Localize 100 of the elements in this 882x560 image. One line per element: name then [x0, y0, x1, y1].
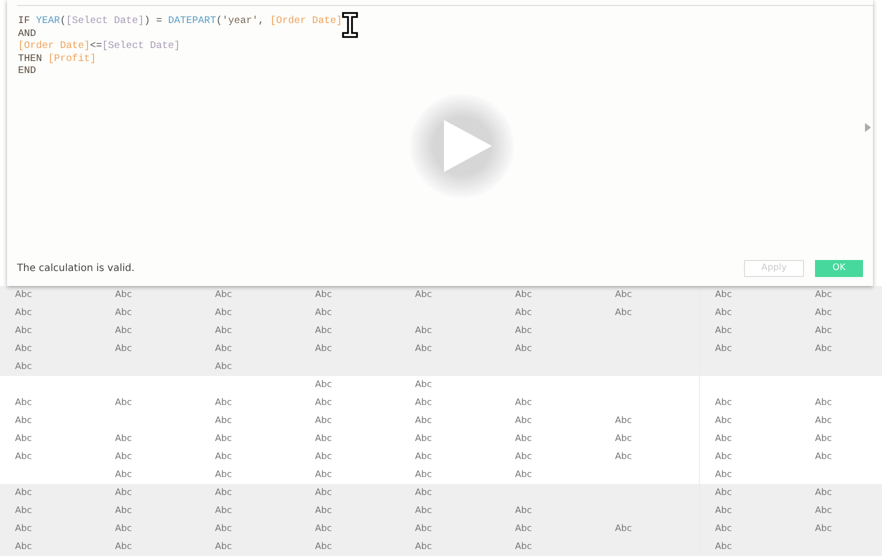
table-cell: Abc — [215, 308, 232, 318]
table-cell: Abc — [315, 452, 332, 462]
table-cell: Abc — [315, 506, 332, 516]
table-cell: Abc — [815, 506, 832, 516]
table-cell: Abc — [415, 416, 432, 426]
table-cell: Abc — [815, 524, 832, 534]
table-cell: Abc — [315, 434, 332, 444]
table-cell: Abc — [215, 524, 232, 534]
table-cell: Abc — [315, 416, 332, 426]
table-cell: Abc — [415, 488, 432, 498]
table-cell: Abc — [215, 344, 232, 354]
table-cell: Abc — [615, 434, 632, 444]
table-cell: Abc — [715, 470, 732, 480]
table-cell: Abc — [415, 326, 432, 336]
table-cell: Abc — [215, 290, 232, 300]
table-cell: Abc — [315, 344, 332, 354]
table-cell: Abc — [415, 524, 432, 534]
table-cell: Abc — [515, 452, 532, 462]
table-cell: Abc — [815, 416, 832, 426]
table-cell: Abc — [15, 308, 32, 318]
table-cell: Abc — [215, 470, 232, 480]
table-cell: Abc — [715, 308, 732, 318]
table-cell: Abc — [415, 290, 432, 300]
table-cell: Abc — [15, 398, 32, 408]
table-cell: Abc — [715, 416, 732, 426]
table-cell: Abc — [215, 452, 232, 462]
table-cell: Abc — [615, 308, 632, 318]
table-cell: Abc — [815, 326, 832, 336]
table-cell: Abc — [15, 434, 32, 444]
table-cell: Abc — [715, 506, 732, 516]
table-cell: Abc — [715, 452, 732, 462]
table-cell: Abc — [115, 452, 132, 462]
table-cell: Abc — [415, 542, 432, 552]
table-cell: Abc — [415, 470, 432, 480]
table-cell: Abc — [615, 416, 632, 426]
table-cell: Abc — [515, 326, 532, 336]
table-cell: Abc — [15, 542, 32, 552]
table-cell: Abc — [815, 290, 832, 300]
table-cell: Abc — [515, 290, 532, 300]
table-cell: Abc — [515, 398, 532, 408]
table-cell: Abc — [215, 362, 232, 372]
table-cell: Abc — [115, 326, 132, 336]
play-icon[interactable] — [410, 94, 514, 198]
table-cell: Abc — [115, 488, 132, 498]
table-cell: Abc — [115, 506, 132, 516]
table-cell: Abc — [515, 524, 532, 534]
table-cell: Abc — [115, 542, 132, 552]
status-message: The calculation is valid. — [17, 262, 135, 274]
table-cell: Abc — [315, 290, 332, 300]
table-cell: Abc — [415, 434, 432, 444]
table-cell: Abc — [15, 524, 32, 534]
table-cell: Abc — [215, 542, 232, 552]
table-cell: Abc — [815, 398, 832, 408]
table-cell: Abc — [215, 416, 232, 426]
table-cell: Abc — [715, 398, 732, 408]
table-cell: Abc — [815, 452, 832, 462]
table-cell: Abc — [215, 506, 232, 516]
table-cell: Abc — [215, 326, 232, 336]
table-cell: Abc — [115, 470, 132, 480]
table-cell: Abc — [815, 488, 832, 498]
table-cell: Abc — [115, 434, 132, 444]
table-cell: Abc — [15, 506, 32, 516]
table-cell: Abc — [315, 380, 332, 390]
formula-editor[interactable]: IF YEAR([Select Date]) = DATEPART('year', [Order Date] AND [Order Date]<=[Select Date] THEN [Profit] END — [7, 6, 873, 250]
text-cursor-icon — [341, 12, 359, 38]
expand-arrow-icon[interactable] — [865, 123, 871, 132]
table-cell: Abc — [115, 308, 132, 318]
table-cell: Abc — [815, 308, 832, 318]
table-cell: Abc — [315, 398, 332, 408]
table-cell: Abc — [515, 470, 532, 480]
table-cell: Abc — [715, 524, 732, 534]
table-cell: Abc — [215, 434, 232, 444]
table-cell: Abc — [215, 398, 232, 408]
table-cell: Abc — [415, 398, 432, 408]
table-cell: Abc — [415, 506, 432, 516]
table-cell: Abc — [315, 308, 332, 318]
table-cell: Abc — [715, 488, 732, 498]
table-cell: Abc — [415, 380, 432, 390]
table-cell: Abc — [515, 416, 532, 426]
table-cell: Abc — [815, 434, 832, 444]
table-cell: Abc — [715, 326, 732, 336]
table-cell: Abc — [715, 344, 732, 354]
table-cell: Abc — [715, 290, 732, 300]
table-cell: Abc — [315, 542, 332, 552]
table-cell: Abc — [415, 344, 432, 354]
table-cell: Abc — [115, 344, 132, 354]
ok-button[interactable]: OK — [815, 260, 863, 276]
table-cell: Abc — [415, 452, 432, 462]
table-cell: Abc — [615, 290, 632, 300]
table-cell: Abc — [115, 398, 132, 408]
table-cell: Abc — [15, 416, 32, 426]
table-cell: Abc — [15, 290, 32, 300]
table-cell: Abc — [815, 344, 832, 354]
table-cell: Abc — [215, 488, 232, 498]
table-cell: Abc — [715, 542, 732, 552]
table-cell: Abc — [515, 542, 532, 552]
table-cell: Abc — [15, 488, 32, 498]
table-cell: Abc — [315, 524, 332, 534]
table-cell: Abc — [315, 326, 332, 336]
table-cell: Abc — [615, 452, 632, 462]
